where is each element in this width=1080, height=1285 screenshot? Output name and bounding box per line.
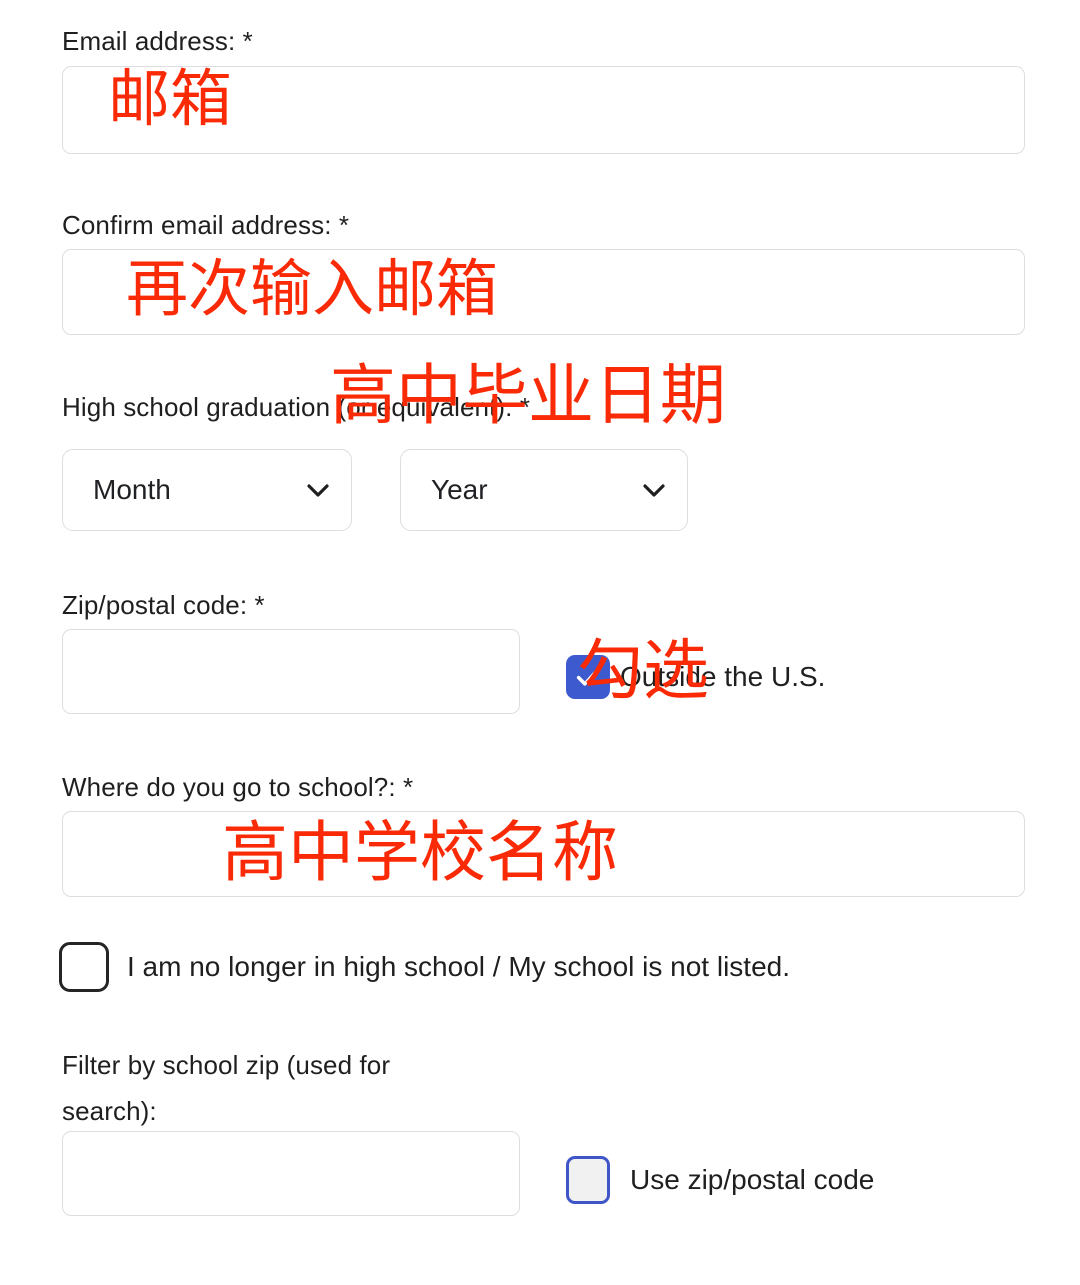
use-zip-postal-code-checkbox-row[interactable]: Use zip/postal code xyxy=(566,1156,874,1204)
graduation-year-select-value: Year xyxy=(431,474,488,505)
confirm-email-address-label: Confirm email address: * xyxy=(62,210,350,240)
email-address-input[interactable] xyxy=(62,66,1025,154)
school-name-input[interactable] xyxy=(62,811,1025,897)
outside-us-checkbox[interactable] xyxy=(566,655,610,699)
not-in-high-school-checkbox-row[interactable]: I am no longer in high school / My schoo… xyxy=(59,942,790,992)
outside-us-checkbox-label: Outside the U.S. xyxy=(620,661,826,692)
email-address-label: Email address: * xyxy=(62,26,253,56)
graduation-month-select-value: Month xyxy=(93,474,171,505)
zip-postal-code-input[interactable] xyxy=(62,629,520,714)
chevron-down-icon xyxy=(643,483,665,497)
zip-postal-code-label: Zip/postal code: * xyxy=(62,590,265,620)
graduation-year-select[interactable]: Year xyxy=(400,449,688,531)
filter-by-school-zip-label: Filter by school zip (used for search): xyxy=(62,1050,391,1126)
where-do-you-go-to-school-label: Where do you go to school?: * xyxy=(62,772,414,802)
chevron-down-icon xyxy=(307,483,329,497)
not-in-high-school-checkbox-label: I am no longer in high school / My schoo… xyxy=(127,951,791,982)
high-school-graduation-label: High school graduation (or equivalent): … xyxy=(62,392,531,422)
graduation-month-select[interactable]: Month xyxy=(62,449,352,531)
registration-form: Email address: * Confirm email address: … xyxy=(0,0,1080,1285)
not-in-high-school-checkbox[interactable] xyxy=(59,942,109,992)
check-icon xyxy=(576,668,600,686)
filter-school-zip-input[interactable] xyxy=(62,1131,520,1216)
use-zip-postal-code-checkbox[interactable] xyxy=(566,1156,610,1204)
use-zip-postal-code-checkbox-label: Use zip/postal code xyxy=(630,1164,875,1195)
outside-us-checkbox-row[interactable]: Outside the U.S. xyxy=(566,655,825,699)
confirm-email-address-input[interactable] xyxy=(62,249,1025,335)
